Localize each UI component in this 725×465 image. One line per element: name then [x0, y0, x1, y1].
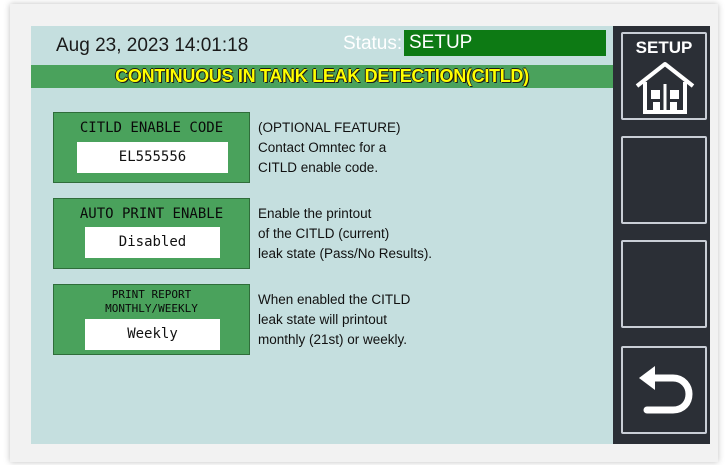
description-line: leak state (Pass/No Results).	[258, 246, 433, 261]
label-line: MONTHLY/WEEKLY	[105, 302, 198, 315]
citld-enable-code-description: (OPTIONAL FEATURE) Contact Omntec for a …	[258, 118, 401, 178]
status-value: SETUP	[404, 30, 606, 56]
description-line: When enabled the CITLD	[258, 292, 411, 307]
setup-home-button[interactable]: SETUP	[621, 32, 707, 120]
page-title-bar: CONTINUOUS IN TANK LEAK DETECTION(CITLD)	[31, 65, 613, 88]
sidebar: SETUP	[613, 26, 710, 444]
description-line: Enable the printout	[258, 206, 372, 221]
print-report-frequency-field[interactable]: PRINT REPORT MONTHLY/WEEKLY Weekly	[53, 284, 250, 355]
back-arrow-icon	[639, 366, 693, 414]
description-line: monthly (21st) or weekly.	[258, 332, 408, 347]
home-icon	[635, 62, 695, 114]
back-button[interactable]	[621, 346, 707, 434]
page-title: CONTINUOUS IN TANK LEAK DETECTION(CITLD)	[115, 66, 529, 86]
auto-print-enable-label: AUTO PRINT ENABLE	[79, 206, 224, 222]
print-report-frequency-select[interactable]: Weekly	[85, 319, 220, 350]
description-line: leak state will printout	[258, 312, 388, 327]
main-screen: Aug 23, 2023 14:01:18 Status: SETUP CONT…	[31, 26, 613, 444]
auto-print-enable-select[interactable]: Disabled	[85, 227, 220, 258]
description-line: CITLD enable code.	[258, 160, 379, 175]
sidebar-button-2[interactable]	[621, 136, 707, 224]
datetime-display: Aug 23, 2023 14:01:18	[56, 35, 249, 56]
sidebar-button-3[interactable]	[621, 240, 707, 328]
description-line: (OPTIONAL FEATURE)	[258, 120, 401, 135]
auto-print-enable-description: Enable the printout of the CITLD (curren…	[258, 204, 432, 264]
citld-enable-code-input[interactable]: EL555556	[77, 142, 228, 173]
status-label: Status:	[343, 33, 403, 54]
description-line: Contact Omntec for a	[258, 140, 387, 155]
citld-enable-code-field[interactable]: CITLD ENABLE CODE EL555556	[53, 112, 250, 183]
print-report-frequency-label: PRINT REPORT MONTHLY/WEEKLY	[54, 285, 249, 316]
setup-label: SETUP	[635, 38, 693, 57]
label-line: PRINT REPORT	[111, 288, 192, 301]
auto-print-enable-field[interactable]: AUTO PRINT ENABLE Disabled	[53, 198, 250, 269]
print-report-frequency-description: When enabled the CITLD leak state will p…	[258, 290, 410, 350]
description-line: of the CITLD (current)	[258, 226, 390, 241]
citld-enable-code-label: CITLD ENABLE CODE	[79, 120, 224, 136]
